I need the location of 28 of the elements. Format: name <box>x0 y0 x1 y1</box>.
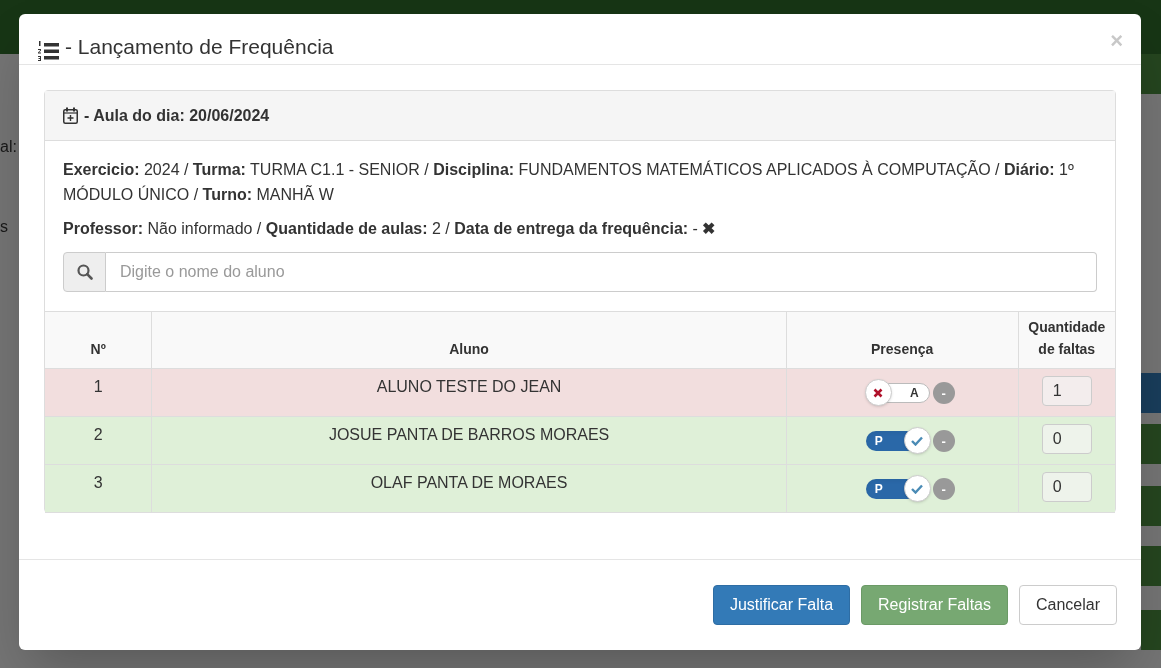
x-icon <box>873 387 884 398</box>
teacher-info-text: Professor: Não informado / Quantidade de aulas: 2 / Data de entrega da frequência: - ✖ <box>63 219 717 239</box>
search-field[interactable]: Digite o nome do aluno <box>106 252 1097 292</box>
absences-field[interactable]: 0 <box>1041 424 1092 454</box>
column-header: Nº <box>45 311 152 369</box>
absences-field[interactable]: 0 <box>1041 472 1092 502</box>
background-label: s <box>0 217 8 237</box>
class-info-text: Exercicio: 2024 / Turma: TURMA C1.1 - SENIOR / Disciplina: FUNDAMENTOS MATEMÁTICOS APLICADOS À COMPUTAÇÃO / Diário: 1º MÓDULO ÚNICO / Turno: MANHÃ W <box>63 159 1075 205</box>
row-number: 3 <box>93 474 103 491</box>
absences-field[interactable]: 1 <box>1041 376 1092 406</box>
justify-button[interactable]: Justificar Falta <box>712 585 851 625</box>
cancel-button[interactable]: Cancelar <box>1018 585 1117 625</box>
column-header: Aluno <box>151 311 787 369</box>
search-icon <box>76 264 93 280</box>
check-icon <box>911 483 924 494</box>
student-name: JOSUE PANTA DE BARROS MORAES <box>328 426 610 443</box>
ordered-list-icon <box>37 40 59 62</box>
student-name: ALUNO TESTE DO JEAN <box>376 378 562 395</box>
calendar-plus-icon <box>63 107 78 124</box>
panel-heading: - Aula do dia: 20/06/2024 <box>84 105 270 126</box>
column-header: Quantidade de faltas <box>1018 311 1115 369</box>
row-number: 2 <box>93 426 103 443</box>
student-name: OLAF PANTA DE MORAES <box>370 474 568 491</box>
column-header: Presença <box>786 311 1018 369</box>
row-number: 1 <box>93 378 103 395</box>
check-icon <box>911 435 924 446</box>
background-label: al: <box>0 137 17 157</box>
modal-title: - Lançamento de Frequência <box>65 33 334 60</box>
